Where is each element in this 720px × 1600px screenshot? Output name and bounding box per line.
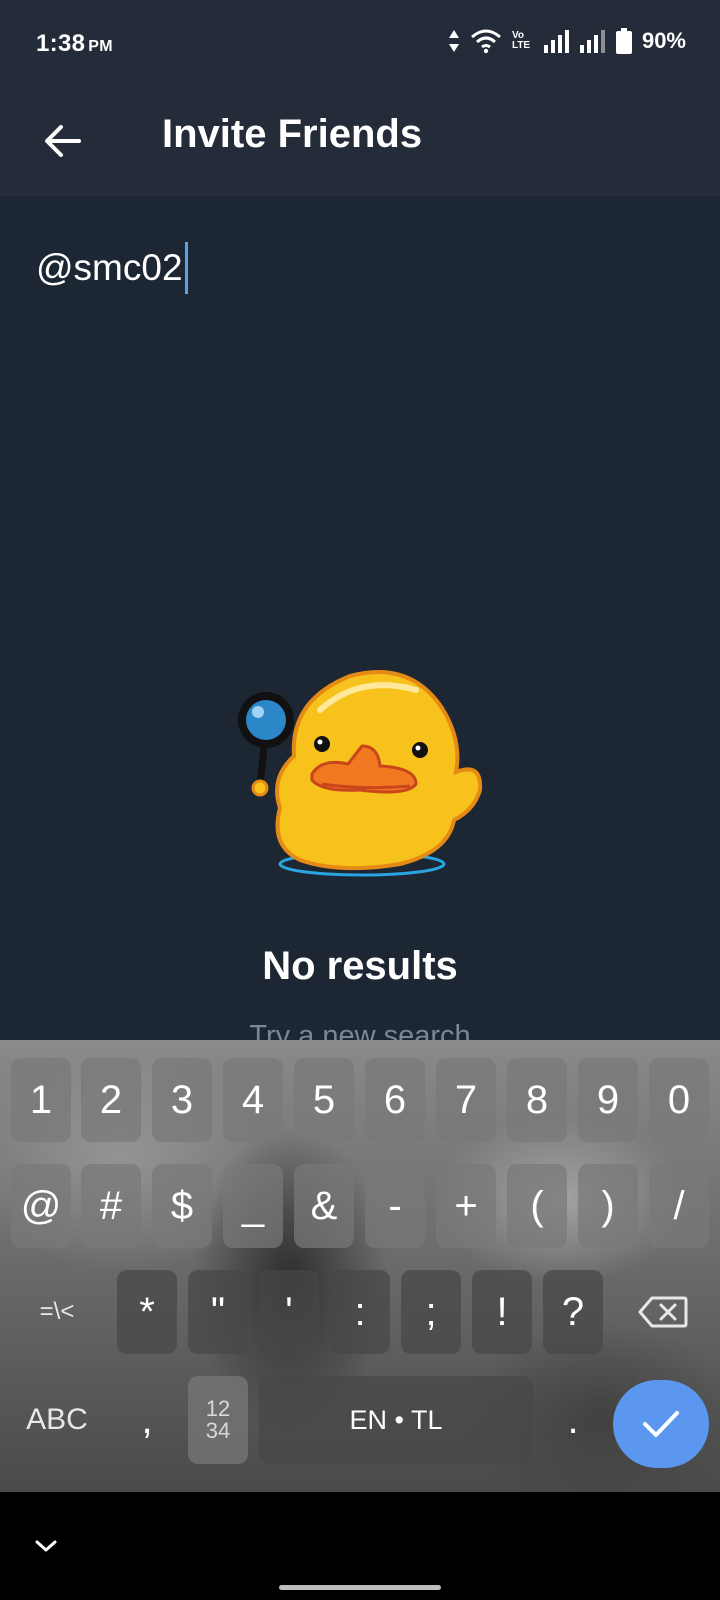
search-field[interactable]: @smc02 [0,196,720,322]
page-title: Invite Friends [162,112,423,156]
volte-icon: Vo LTE [511,30,531,51]
key-semicolon[interactable]: ; [401,1270,461,1354]
key-ampersand[interactable]: & [294,1164,354,1248]
enter-key[interactable] [613,1380,709,1468]
key-colon[interactable]: : [330,1270,390,1354]
navigation-bar [0,1492,720,1600]
key-open-paren[interactable]: ( [507,1164,567,1248]
key-4[interactable]: 4 [223,1058,283,1142]
abc-key[interactable]: ABC [11,1376,103,1464]
key-3[interactable]: 3 [152,1058,212,1142]
checkmark-icon [643,1411,679,1437]
wifi-icon [470,29,501,54]
app-bar: Invite Friends [0,90,720,196]
key-question[interactable]: ? [543,1270,603,1354]
key-plus[interactable]: + [436,1164,496,1248]
battery-icon [615,28,632,54]
no-results-title: No results [262,944,458,988]
signal-icon [543,30,569,53]
back-button[interactable] [38,116,88,166]
text-caret [184,242,188,294]
battery-percent: 90% [641,28,686,53]
key-6[interactable]: 6 [365,1058,425,1142]
duck-magnifier-sticker [238,670,483,877]
search-input-value: @smc02 [36,247,183,288]
status-icons: Vo LTE 90% [448,28,686,54]
comma-key[interactable]: , [117,1376,177,1464]
key-close-paren[interactable]: ) [578,1164,638,1248]
key-0[interactable]: 0 [649,1058,709,1142]
key-slash[interactable]: / [649,1164,709,1248]
signal-icon [579,30,605,53]
numpad-key-bottom: 34 [205,1418,231,1443]
period-key[interactable]: . [543,1376,603,1464]
search-input[interactable]: @smc02 [36,242,188,294]
numpad-key[interactable]: 12 34 [188,1376,248,1464]
key-5[interactable]: 5 [294,1058,354,1142]
key-exclamation[interactable]: ! [472,1270,532,1354]
key-dollar[interactable]: $ [152,1164,212,1248]
gesture-handle[interactable] [279,1585,441,1590]
space-key[interactable]: EN • TL [259,1376,533,1464]
empty-state: No results Try a new search [0,322,720,1052]
key-underscore[interactable]: _ [223,1164,283,1248]
key-minus[interactable]: - [365,1164,425,1248]
key-single-quote[interactable]: ' [259,1270,319,1354]
key-9[interactable]: 9 [578,1058,638,1142]
status-time: 1:38 PM [36,30,113,57]
key-1[interactable]: 1 [11,1058,71,1142]
backspace-icon [638,1296,688,1328]
key-more-symbols[interactable]: =\< [11,1270,103,1354]
key-at[interactable]: @ [11,1164,71,1248]
key-7[interactable]: 7 [436,1058,496,1142]
backspace-key[interactable] [617,1270,709,1354]
key-hash[interactable]: # [81,1164,141,1248]
status-bar: 1:38 PM Vo LTE 90% [0,0,720,90]
keyboard: 1 2 3 4 5 6 7 8 9 0 @ # $ _ & - + ( ) / … [0,1040,720,1492]
numpad-key-top: 12 [205,1396,231,1421]
key-asterisk[interactable]: * [117,1270,177,1354]
arrow-left-icon [45,125,81,157]
chevron-down-icon [35,1540,57,1552]
data-arrows-icon [448,30,459,52]
key-double-quote[interactable]: " [188,1270,248,1354]
key-2[interactable]: 2 [81,1058,141,1142]
hide-keyboard-button[interactable] [30,1530,62,1562]
key-8[interactable]: 8 [507,1058,567,1142]
